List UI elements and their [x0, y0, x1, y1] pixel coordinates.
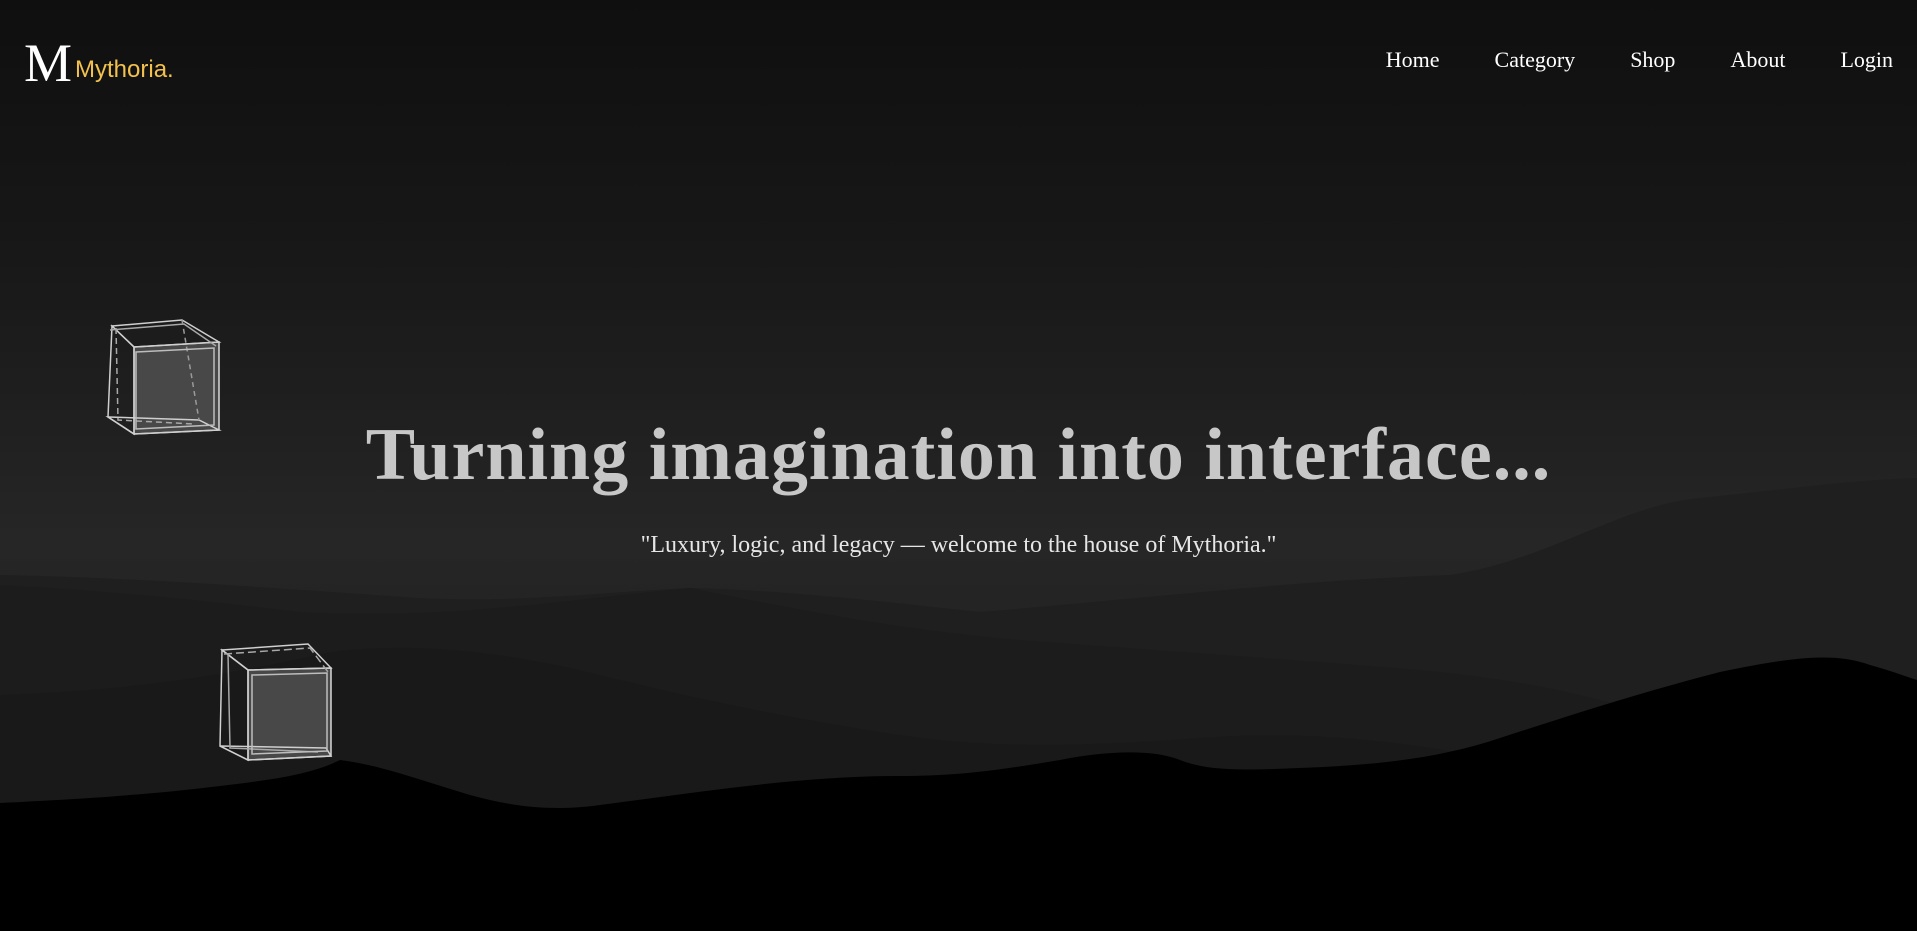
hero-title: Turning imagination into interface... — [365, 414, 1552, 496]
nav-link-login[interactable]: Login — [1840, 46, 1893, 74]
nav-link-shop[interactable]: Shop — [1630, 46, 1675, 74]
hero-tagline: "Luxury, logic, and legacy — welcome to … — [640, 532, 1277, 558]
nav-link-about[interactable]: About — [1730, 46, 1785, 74]
nav-link-category[interactable]: Category — [1495, 46, 1576, 74]
wireframe-cube-icon — [219, 643, 333, 762]
brand-logo[interactable]: M Mythoria. — [24, 33, 174, 93]
nav-menu: Home Category Shop About Login — [1331, 46, 1893, 74]
hero-section: Turning imagination into interface... "L… — [0, 408, 1917, 559]
top-navbar: M Mythoria. Home Category Shop About Log… — [0, 0, 1917, 120]
landing-page: M Mythoria. Home Category Shop About Log… — [0, 0, 1917, 931]
nav-link-home[interactable]: Home — [1386, 46, 1440, 74]
logo-wordmark: Mythoria. — [75, 56, 174, 83]
logo-mark: M — [24, 33, 72, 93]
